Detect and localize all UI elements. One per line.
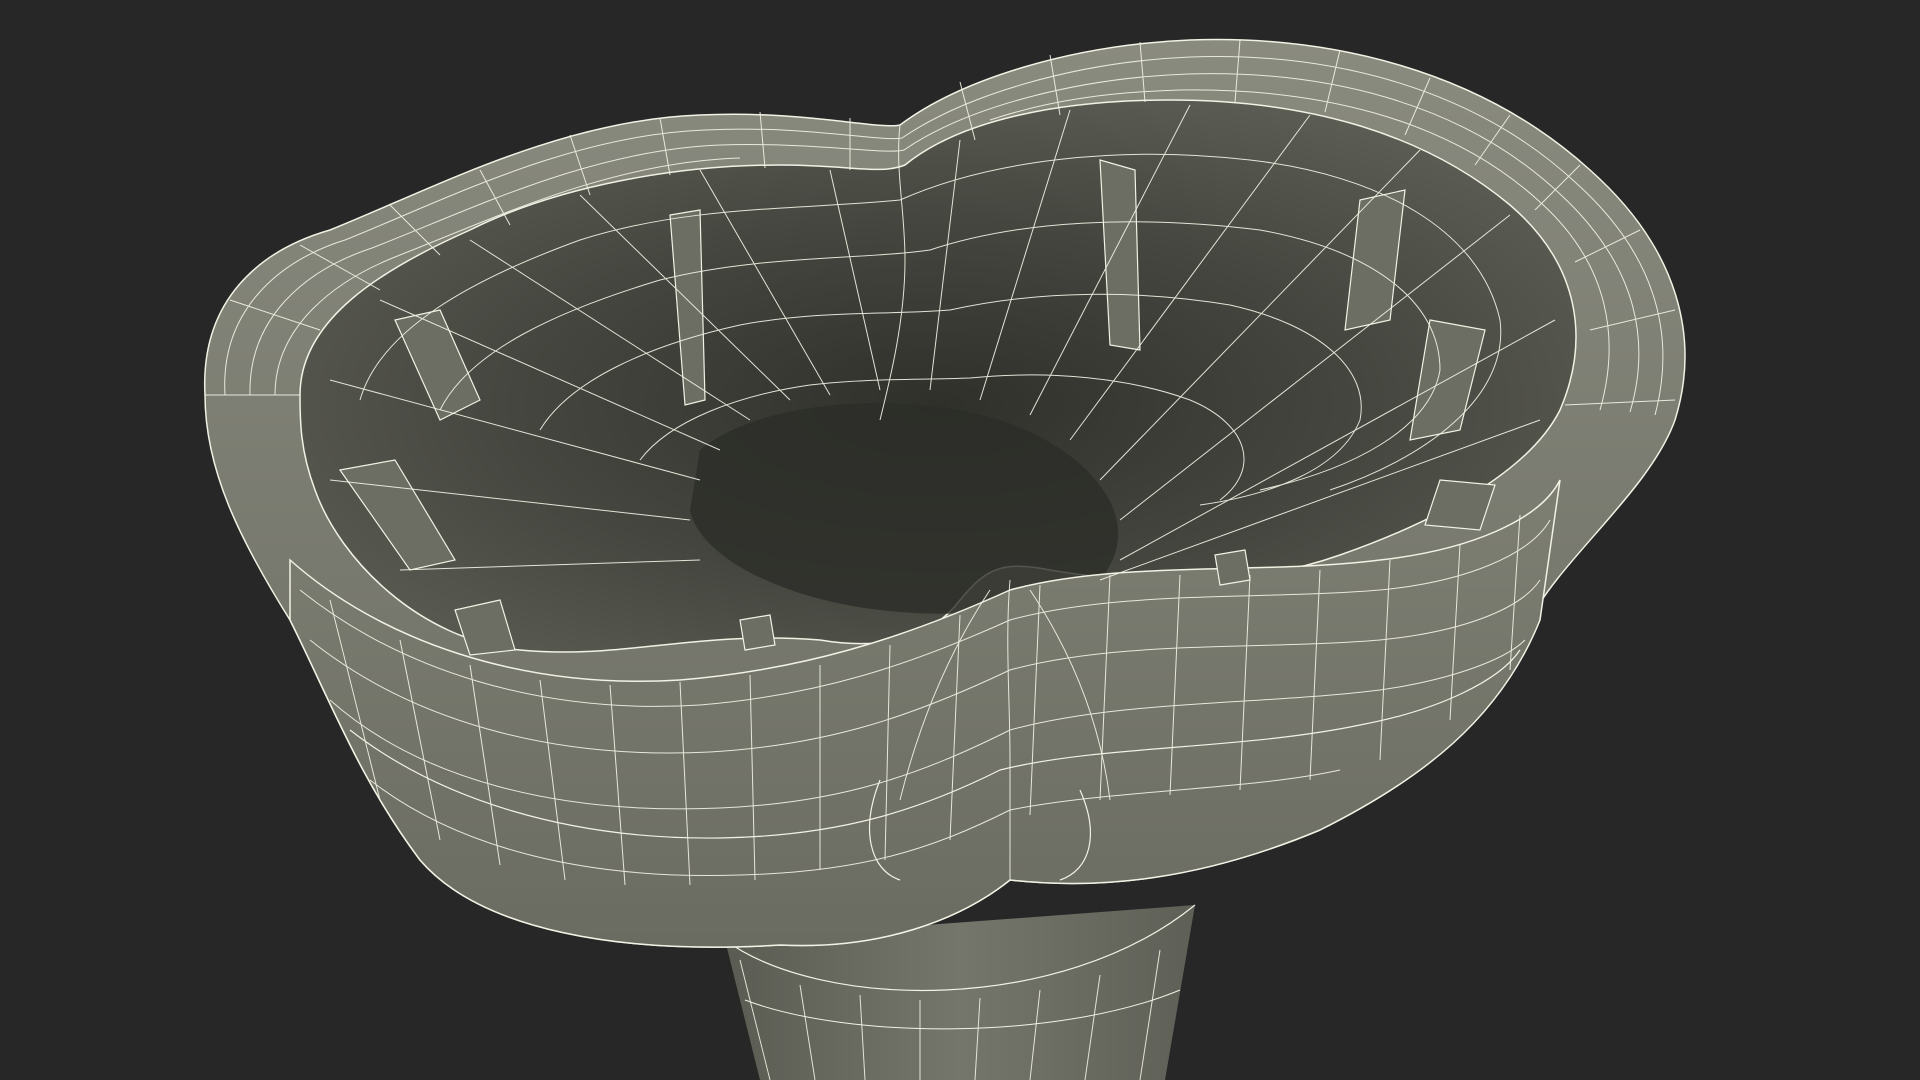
wireframe-model bbox=[204, 38, 1686, 1080]
render-viewport bbox=[0, 0, 1920, 1080]
